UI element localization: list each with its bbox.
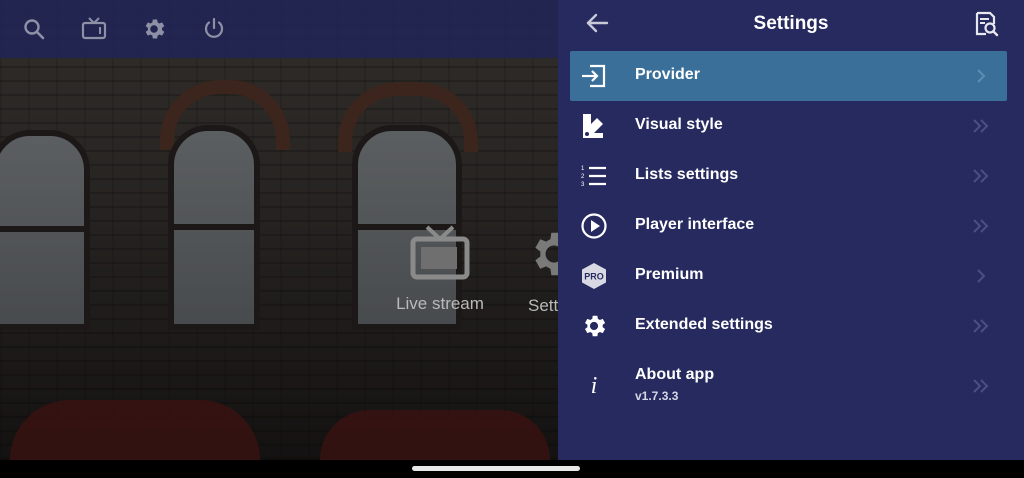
settings-panel: Settings Provider Visual style 1 2 3 Lis… [558, 0, 1024, 460]
double-chevron-right-icon [971, 166, 991, 186]
settings-item-label: Visual style [635, 116, 723, 133]
play-circle-icon [580, 212, 608, 240]
settings-header: Settings [558, 0, 1024, 50]
settings-item-visual-style[interactable]: Visual style [570, 101, 1007, 151]
gesture-navigation-bar[interactable] [412, 466, 580, 471]
svg-text:3: 3 [581, 182, 585, 188]
pro-badge-icon: PRO [580, 262, 608, 290]
settings-item-label: About app [635, 366, 715, 383]
palette-icon [580, 112, 608, 140]
power-icon[interactable] [201, 16, 227, 42]
pro-badge-text: PRO [584, 272, 604, 282]
double-chevron-right-icon [971, 316, 991, 336]
app-version: v1.7.3.3 [635, 389, 679, 403]
settings-item-player-interface[interactable]: Player interface [570, 201, 1007, 251]
tv-icon[interactable] [81, 16, 107, 42]
svg-text:2: 2 [581, 174, 585, 180]
chevron-right-icon [971, 266, 991, 286]
settings-item-label: Provider [635, 66, 700, 83]
chevron-right-icon [971, 66, 991, 86]
settings-item-label: Player interface [635, 216, 755, 233]
double-chevron-right-icon [971, 216, 991, 236]
settings-item-lists-settings[interactable]: 1 2 3 Lists settings [570, 151, 1007, 201]
gear-icon [580, 312, 608, 340]
gear-icon[interactable] [141, 16, 167, 42]
svg-text:1: 1 [581, 166, 585, 172]
numbered-list-icon: 1 2 3 [580, 162, 608, 190]
live-stream-tile[interactable]: Live stream [390, 225, 490, 314]
info-icon: i [580, 371, 608, 399]
double-chevron-right-icon [971, 376, 991, 396]
top-toolbar [0, 0, 558, 58]
settings-item-label: Extended settings [635, 316, 773, 333]
page-title: Settings [753, 13, 829, 34]
svg-text:i: i [591, 373, 598, 399]
settings-item-provider[interactable]: Provider [570, 51, 1007, 101]
document-search-icon [975, 11, 999, 37]
settings-item-extended-settings[interactable]: Extended settings [570, 301, 1007, 351]
settings-item-about-app[interactable]: i About app v1.7.3.3 [570, 351, 1007, 411]
search-settings-button[interactable] [972, 10, 1000, 38]
settings-item-label: Lists settings [635, 166, 739, 183]
live-stream-label: Live stream [396, 294, 484, 313]
settings-item-premium[interactable]: PRO Premium [570, 251, 1007, 301]
tv-icon [410, 225, 470, 280]
double-chevron-right-icon [971, 116, 991, 136]
settings-item-label: Premium [635, 266, 704, 283]
login-icon [580, 62, 608, 90]
search-icon[interactable] [21, 16, 47, 42]
